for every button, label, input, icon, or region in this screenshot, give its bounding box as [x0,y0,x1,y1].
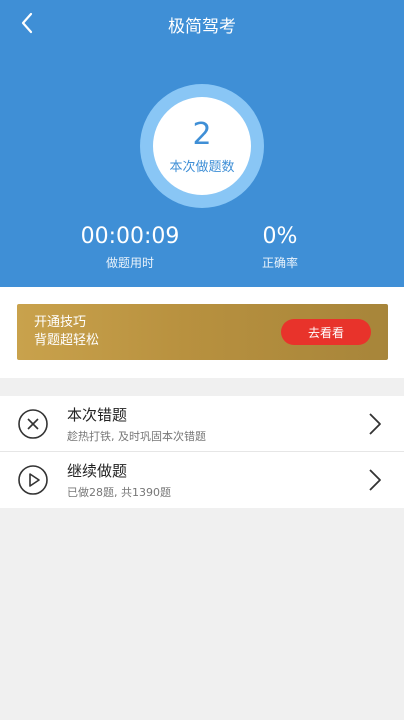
promo-line-1: 开通技巧 [34,315,87,330]
time-stat: 00:00:09 做题用时 [70,223,190,271]
result-header: 极简驾考 2 本次做题数 00:00:09 做题用时 0% 正确率 [0,0,404,287]
close-circle-icon [18,409,48,439]
time-value: 00:00:09 [80,224,180,249]
page-title: 极简驾考 [168,17,236,37]
question-count-label: 本次做题数 [169,159,235,175]
promo-line-2: 背题超轻松 [34,333,100,348]
accuracy-stat: 0% 正确率 [235,223,325,271]
promo-section: 开通技巧 背题超轻松 去看看 [0,287,404,378]
list-item-title: 本次错题 [67,406,128,424]
go-see-button[interactable]: 去看看 [281,319,371,345]
play-circle-icon [18,465,48,495]
chevron-right-icon [369,469,381,491]
question-count-ring: 2 本次做题数 [140,84,264,208]
list-item-continue[interactable]: 继续做题 已做28题, 共1390题 [0,452,404,508]
list-item-subtitle: 趁热打铁, 及时巩固本次错题 [67,430,206,443]
list-item-wrong-questions[interactable]: 本次错题 趁热打铁, 及时巩固本次错题 [0,396,404,452]
list-item-title: 继续做题 [67,462,128,480]
question-count: 2 [192,116,212,152]
accuracy-value: 0% [262,224,298,249]
accuracy-label: 正确率 [261,256,298,270]
action-list: 本次错题 趁热打铁, 及时巩固本次错题 继续做题 已做28题, 共1390题 [0,396,404,508]
time-label: 做题用时 [105,256,154,270]
list-item-subtitle: 已做28题, 共1390题 [67,486,171,499]
promo-banner[interactable]: 开通技巧 背题超轻松 去看看 [17,304,388,360]
chevron-right-icon [369,413,381,435]
